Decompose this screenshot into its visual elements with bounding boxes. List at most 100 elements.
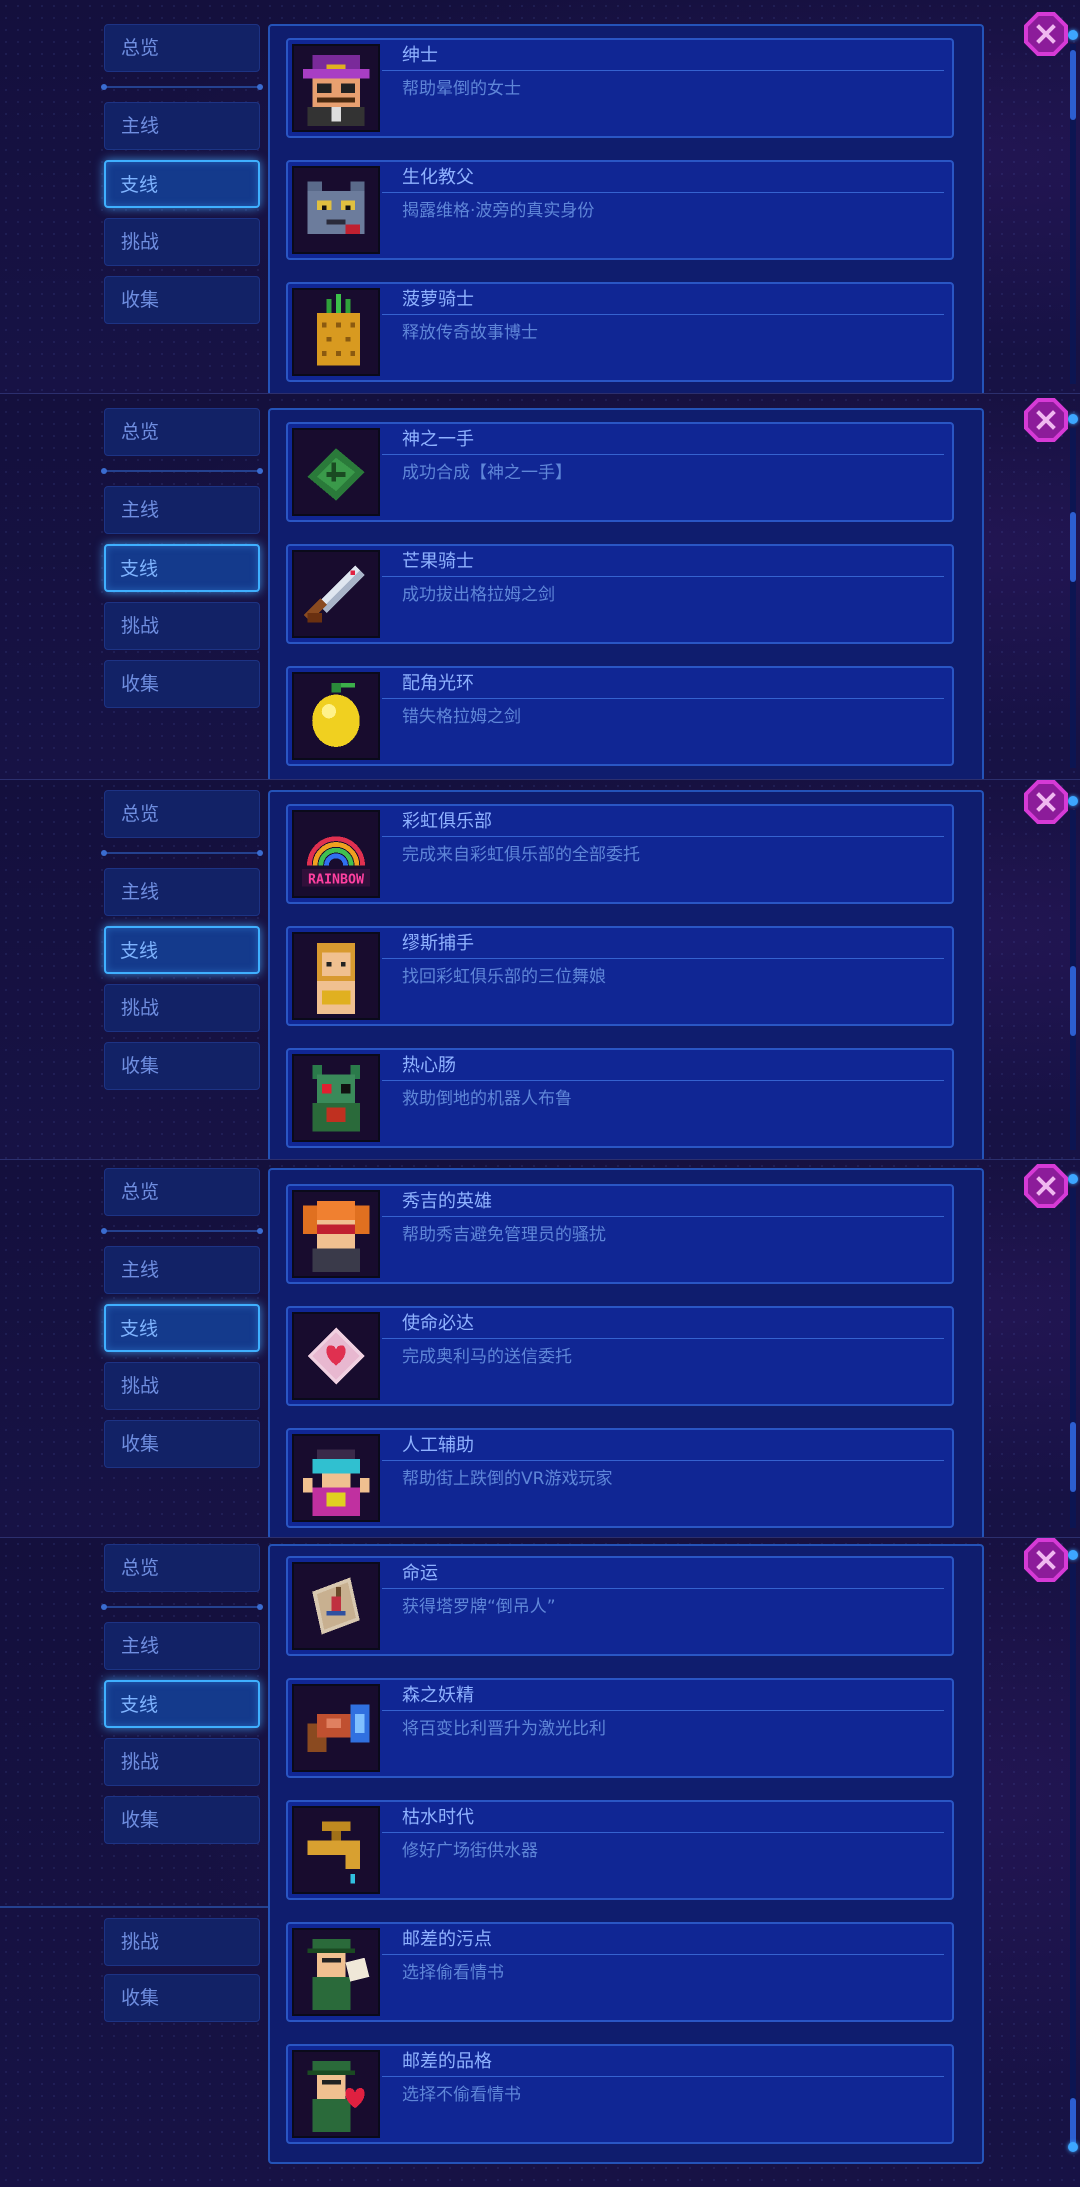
achievement-card[interactable]: 热心肠 救助倒地的机器人布鲁 — [286, 1048, 954, 1148]
achievement-panel-4: 总览 主线 支线 挑战 收集 秀吉的英雄 帮助秀吉避免管理员的骚扰 使命必达 完… — [0, 1160, 1080, 1538]
tab-collection[interactable]: 收集 — [104, 660, 260, 708]
scrollbar-track[interactable] — [1070, 1564, 1076, 2148]
scrollbar-thumb[interactable] — [1070, 50, 1076, 120]
achievement-card[interactable]: 秀吉的英雄 帮助秀吉避免管理员的骚扰 — [286, 1184, 954, 1284]
tab-overview[interactable]: 总览 — [104, 1544, 260, 1592]
scrollbar-thumb[interactable] — [1070, 1422, 1076, 1492]
scrollbar-cap — [1068, 1550, 1078, 1560]
svg-text:RAINBOW: RAINBOW — [308, 872, 364, 887]
rainbow-sign-icon: RAINBOW — [292, 810, 380, 898]
achievement-card[interactable]: 配角光环 错失格拉姆之剑 — [286, 666, 954, 766]
tab-side[interactable]: 支线 — [104, 926, 260, 974]
achievement-card[interactable]: 森之妖精 将百变比利晋升为激光比利 — [286, 1678, 954, 1778]
achievement-title: 命运 — [402, 1563, 438, 1584]
tab-challenge[interactable]: 挑战 — [104, 1362, 260, 1410]
tab-side[interactable]: 支线 — [104, 1304, 260, 1352]
scrollbar-cap — [1068, 796, 1078, 806]
tab-main[interactable]: 主线 — [104, 1622, 260, 1670]
achievement-title: 人工辅助 — [402, 1435, 474, 1456]
close-icon — [1036, 24, 1056, 44]
achievement-card[interactable]: 菠萝骑士 释放传奇故事博士 — [286, 282, 954, 382]
achievement-desc: 完成来自彩虹俱乐部的全部委托 — [402, 845, 640, 865]
tab-divider — [101, 1228, 263, 1234]
scrollbar-cap — [1068, 1174, 1078, 1184]
achievement-desc: 完成奥利马的送信委托 — [402, 1347, 572, 1367]
pineapple-icon — [292, 288, 380, 376]
achievement-panel-3: 总览 主线 支线 挑战 收集 RAINBOW 彩虹俱乐部 完成来自彩虹俱乐部的全… — [0, 780, 1080, 1160]
achievement-card[interactable]: 邮差的品格 选择不偷看情书 — [286, 2044, 954, 2144]
achievement-card[interactable]: 使命必达 完成奥利马的送信委托 — [286, 1306, 954, 1406]
vr-player-icon — [292, 1434, 380, 1522]
achievement-title: 枯水时代 — [402, 1807, 474, 1828]
achievement-title: 秀吉的英雄 — [402, 1191, 492, 1212]
achievement-title: 使命必达 — [402, 1313, 474, 1334]
achievement-card[interactable]: 缪斯捕手 找回彩虹俱乐部的三位舞娘 — [286, 926, 954, 1026]
tab-main[interactable]: 主线 — [104, 102, 260, 150]
tarot-card-icon — [292, 1562, 380, 1650]
achievement-card[interactable]: 人工辅助 帮助街上跌倒的VR游戏玩家 — [286, 1428, 954, 1528]
achievement-card[interactable]: 绅士 帮助晕倒的女士 — [286, 38, 954, 138]
achievement-desc: 成功拔出格拉姆之剑 — [402, 585, 555, 605]
achievement-desc: 将百变比利晋升为激光比利 — [402, 1719, 606, 1739]
scrollbar-thumb[interactable] — [1070, 966, 1076, 1036]
tab-side[interactable]: 支线 — [104, 1680, 260, 1728]
achievement-desc: 选择偷看情书 — [402, 1963, 504, 1983]
laser-gun-icon — [292, 1684, 380, 1772]
achievement-card[interactable]: 神之一手 成功合成【神之一手】 — [286, 422, 954, 522]
tab-challenge[interactable]: 挑战 — [104, 218, 260, 266]
tab-overview[interactable]: 总览 — [104, 1168, 260, 1216]
achievement-card[interactable]: RAINBOW 彩虹俱乐部 完成来自彩虹俱乐部的全部委托 — [286, 804, 954, 904]
achievement-desc: 选择不偷看情书 — [402, 2085, 521, 2105]
tab-collection[interactable]: 收集 — [104, 1042, 260, 1090]
tab-challenge[interactable]: 挑战 — [104, 984, 260, 1032]
sword-icon — [292, 550, 380, 638]
tab-challenge[interactable]: 挑战 — [104, 1918, 260, 1966]
achievement-panel-1: 总览 主线 支线 挑战 收集 绅士 帮助晕倒的女士 生化教父 揭露维格·波旁的真… — [0, 0, 1080, 394]
achievement-desc: 帮助街上跌倒的VR游戏玩家 — [402, 1469, 613, 1489]
achievement-card[interactable]: 邮差的污点 选择偷看情书 — [286, 1922, 954, 2022]
tab-main[interactable]: 主线 — [104, 868, 260, 916]
tab-collection[interactable]: 收集 — [104, 1974, 260, 2022]
tab-challenge[interactable]: 挑战 — [104, 602, 260, 650]
achievement-card[interactable]: 枯水时代 修好广场街供水器 — [286, 1800, 954, 1900]
tab-main[interactable]: 主线 — [104, 486, 260, 534]
achievement-desc: 错失格拉姆之剑 — [402, 707, 521, 727]
achievement-title: 神之一手 — [402, 429, 474, 450]
close-button[interactable] — [1024, 398, 1068, 442]
close-button[interactable] — [1024, 1164, 1068, 1208]
postman-letter-icon — [292, 1928, 380, 2016]
achievement-title: 邮差的品格 — [402, 2051, 492, 2072]
tab-overview[interactable]: 总览 — [104, 790, 260, 838]
tab-overview[interactable]: 总览 — [104, 408, 260, 456]
scrollbar-track[interactable] — [1070, 428, 1076, 768]
tab-collection[interactable]: 收集 — [104, 276, 260, 324]
close-button[interactable] — [1024, 780, 1068, 824]
tab-challenge[interactable]: 挑战 — [104, 1738, 260, 1786]
girl-goggles-icon — [292, 1190, 380, 1278]
tab-collection[interactable]: 收集 — [104, 1796, 260, 1844]
achievement-title: 配角光环 — [402, 673, 474, 694]
lemon-icon — [292, 672, 380, 760]
achievement-title: 邮差的污点 — [402, 1929, 492, 1950]
scrollbar-thumb[interactable] — [1070, 2098, 1076, 2148]
achievement-card[interactable]: 生化教父 揭露维格·波旁的真实身份 — [286, 160, 954, 260]
close-button[interactable] — [1024, 1538, 1068, 1582]
achievement-card[interactable]: 命运 获得塔罗牌“倒吊人” — [286, 1556, 954, 1656]
achievement-card[interactable]: 芒果骑士 成功拔出格拉姆之剑 — [286, 544, 954, 644]
achievement-desc: 成功合成【神之一手】 — [402, 463, 572, 483]
achievement-title: 彩虹俱乐部 — [402, 811, 492, 832]
achievement-desc: 释放传奇故事博士 — [402, 323, 538, 343]
tab-collection[interactable]: 收集 — [104, 1420, 260, 1468]
tab-side[interactable]: 支线 — [104, 160, 260, 208]
tab-side[interactable]: 支线 — [104, 544, 260, 592]
scrollbar-cap — [1068, 30, 1078, 40]
tab-overview[interactable]: 总览 — [104, 24, 260, 72]
achievement-title: 菠萝骑士 — [402, 289, 474, 310]
close-button[interactable] — [1024, 12, 1068, 56]
scrollbar-cap — [1068, 2142, 1078, 2152]
achievement-title: 绅士 — [402, 45, 438, 66]
tab-main[interactable]: 主线 — [104, 1246, 260, 1294]
achievement-desc: 帮助秀吉避免管理员的骚扰 — [402, 1225, 606, 1245]
scrollbar-thumb[interactable] — [1070, 512, 1076, 582]
love-letter-icon — [292, 1312, 380, 1400]
